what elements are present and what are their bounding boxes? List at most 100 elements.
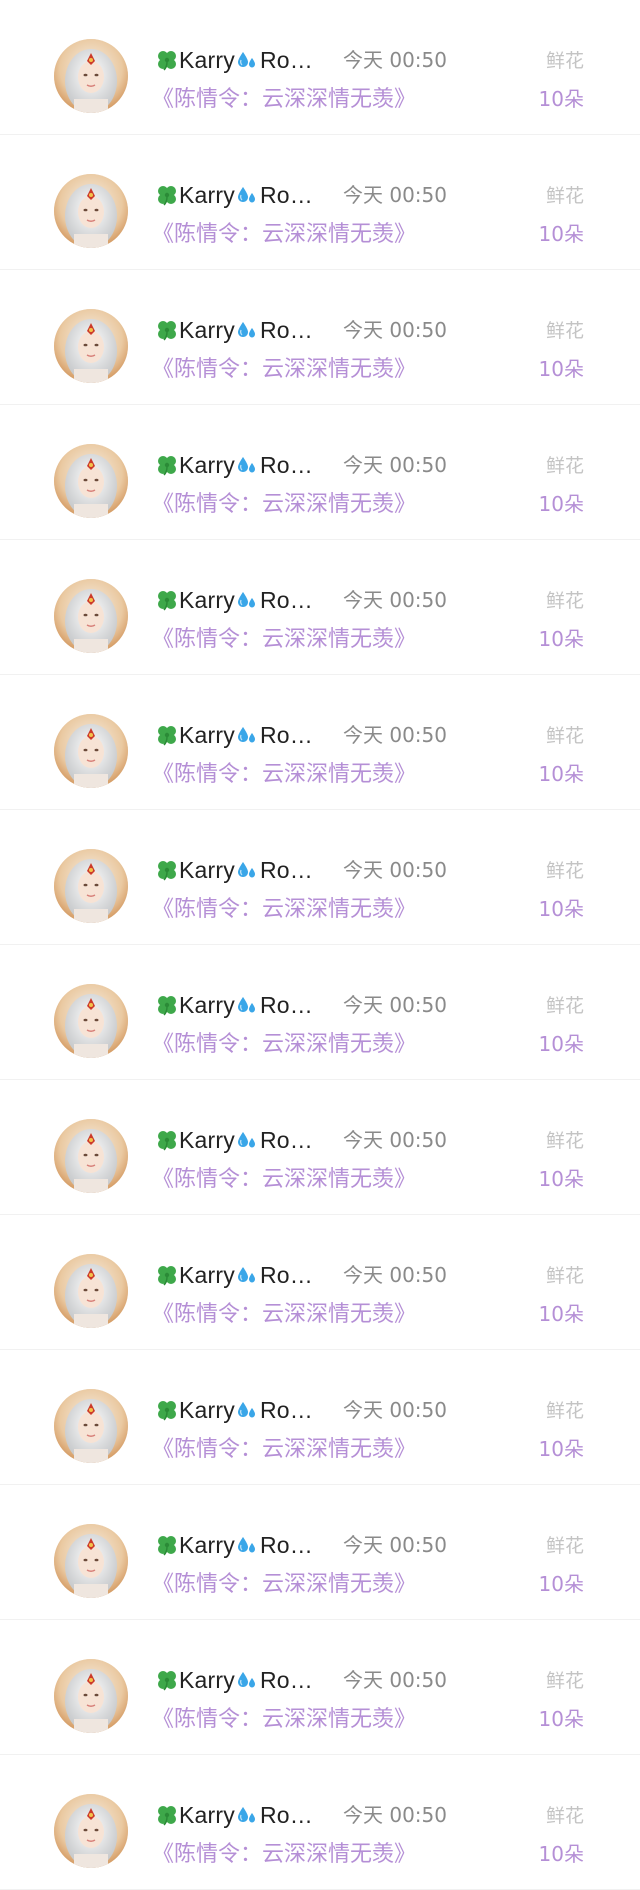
work-title-link[interactable]: 《陈情令：云深深情无羡》 bbox=[152, 1431, 416, 1463]
gift-type: 鲜花 bbox=[545, 185, 584, 207]
user-name[interactable]: Karry Ro… bbox=[155, 177, 313, 213]
avatar[interactable] bbox=[54, 579, 128, 653]
user-name[interactable]: Karry Ro… bbox=[155, 447, 313, 483]
work-title-link[interactable]: 《陈情令：云深深情无羡》 bbox=[152, 1026, 416, 1058]
user-name[interactable]: Karry Ro… bbox=[155, 852, 313, 888]
gift-record-row[interactable]: Karry Ro… 今天 00:50 《陈情令：云深深情无羡》 鲜花 10朵 bbox=[0, 1350, 640, 1485]
droplets-icon bbox=[235, 993, 259, 1017]
clover-icon bbox=[155, 318, 179, 342]
gift-record-row[interactable]: Karry Ro… 今天 00:50 《陈情令：云深深情无羡》 鲜花 10朵 bbox=[0, 945, 640, 1080]
gift-count: 10朵 bbox=[538, 762, 584, 786]
gift-record-list: Karry Ro… 今天 00:50 《陈情令：云深深情无羡》 鲜花 10朵 K… bbox=[0, 0, 640, 1890]
user-name[interactable]: Karry Ro… bbox=[155, 1392, 313, 1428]
gift-record-row[interactable]: Karry Ro… 今天 00:50 《陈情令：云深深情无羡》 鲜花 10朵 bbox=[0, 135, 640, 270]
droplets-icon bbox=[235, 183, 259, 207]
user-name[interactable]: Karry Ro… bbox=[155, 312, 313, 348]
user-name[interactable]: Karry Ro… bbox=[155, 1122, 313, 1158]
gift-count: 10朵 bbox=[538, 1842, 584, 1866]
clover-icon bbox=[155, 183, 179, 207]
user-name[interactable]: Karry Ro… bbox=[155, 42, 313, 78]
work-title-link[interactable]: 《陈情令：云深深情无羡》 bbox=[152, 1161, 416, 1193]
avatar[interactable] bbox=[54, 714, 128, 788]
user-name[interactable]: Karry Ro… bbox=[155, 1257, 313, 1293]
work-title-link[interactable]: 《陈情令：云深深情无羡》 bbox=[152, 81, 416, 113]
gift-record-row[interactable]: Karry Ro… 今天 00:50 《陈情令：云深深情无羡》 鲜花 10朵 bbox=[0, 405, 640, 540]
avatar-image bbox=[54, 1524, 128, 1598]
avatar[interactable] bbox=[54, 984, 128, 1058]
gift-record-row[interactable]: Karry Ro… 今天 00:50 《陈情令：云深深情无羡》 鲜花 10朵 bbox=[0, 270, 640, 405]
gift-time: 今天 00:50 bbox=[343, 1803, 447, 1827]
user-name-suffix: Ro… bbox=[259, 1666, 313, 1693]
gift-type: 鲜花 bbox=[545, 1805, 584, 1827]
gift-record-row[interactable]: Karry Ro… 今天 00:50 《陈情令：云深深情无羡》 鲜花 10朵 bbox=[0, 810, 640, 945]
user-name[interactable]: Karry Ro… bbox=[155, 1527, 313, 1563]
gift-type: 鲜花 bbox=[545, 1400, 584, 1422]
droplets-icon bbox=[235, 1398, 259, 1422]
user-name[interactable]: Karry Ro… bbox=[155, 987, 313, 1023]
droplets-icon bbox=[235, 858, 259, 882]
gift-type: 鲜花 bbox=[545, 1670, 584, 1692]
clover-icon bbox=[155, 723, 179, 747]
gift-record-row[interactable]: Karry Ro… 今天 00:50 《陈情令：云深深情无羡》 鲜花 10朵 bbox=[0, 1215, 640, 1350]
gift-time: 今天 00:50 bbox=[343, 588, 447, 612]
work-title-link[interactable]: 《陈情令：云深深情无羡》 bbox=[152, 621, 416, 653]
work-title-link[interactable]: 《陈情令：云深深情无羡》 bbox=[152, 891, 416, 923]
user-name-text: Karry bbox=[179, 721, 235, 748]
avatar[interactable] bbox=[54, 1254, 128, 1328]
gift-time: 今天 00:50 bbox=[343, 453, 447, 477]
user-name-text: Karry bbox=[179, 451, 235, 478]
work-title-link[interactable]: 《陈情令：云深深情无羡》 bbox=[152, 1701, 416, 1733]
user-name[interactable]: Karry Ro… bbox=[155, 1797, 313, 1833]
user-name-text: Karry bbox=[179, 1801, 235, 1828]
gift-type: 鲜花 bbox=[545, 995, 584, 1017]
user-name[interactable]: Karry Ro… bbox=[155, 717, 313, 753]
droplets-icon bbox=[235, 1803, 259, 1827]
work-title-link[interactable]: 《陈情令：云深深情无羡》 bbox=[152, 756, 416, 788]
gift-record-row[interactable]: Karry Ro… 今天 00:50 《陈情令：云深深情无羡》 鲜花 10朵 bbox=[0, 1620, 640, 1755]
avatar-image bbox=[54, 1794, 128, 1868]
avatar-image bbox=[54, 1659, 128, 1733]
avatar[interactable] bbox=[54, 1524, 128, 1598]
avatar[interactable] bbox=[54, 849, 128, 923]
droplets-icon bbox=[235, 453, 259, 477]
work-title-link[interactable]: 《陈情令：云深深情无羡》 bbox=[152, 1296, 416, 1328]
clover-icon bbox=[155, 588, 179, 612]
avatar[interactable] bbox=[54, 1794, 128, 1868]
gift-count: 10朵 bbox=[538, 357, 584, 381]
gift-time: 今天 00:50 bbox=[343, 1668, 447, 1692]
work-title-link[interactable]: 《陈情令：云深深情无羡》 bbox=[152, 486, 416, 518]
gift-record-row[interactable]: Karry Ro… 今天 00:50 《陈情令：云深深情无羡》 鲜花 10朵 bbox=[0, 1755, 640, 1890]
user-name[interactable]: Karry Ro… bbox=[155, 582, 313, 618]
gift-record-row[interactable]: Karry Ro… 今天 00:50 《陈情令：云深深情无羡》 鲜花 10朵 bbox=[0, 1485, 640, 1620]
avatar[interactable] bbox=[54, 444, 128, 518]
gift-record-row[interactable]: Karry Ro… 今天 00:50 《陈情令：云深深情无羡》 鲜花 10朵 bbox=[0, 1080, 640, 1215]
avatar[interactable] bbox=[54, 1389, 128, 1463]
clover-icon bbox=[155, 453, 179, 477]
avatar[interactable] bbox=[54, 1659, 128, 1733]
gift-count: 10朵 bbox=[538, 1572, 584, 1596]
gift-time: 今天 00:50 bbox=[343, 1533, 447, 1557]
gift-record-row[interactable]: Karry Ro… 今天 00:50 《陈情令：云深深情无羡》 鲜花 10朵 bbox=[0, 0, 640, 135]
gift-type: 鲜花 bbox=[545, 50, 584, 72]
work-title-link[interactable]: 《陈情令：云深深情无羡》 bbox=[152, 1836, 416, 1868]
user-name-text: Karry bbox=[179, 586, 235, 613]
user-name-text: Karry bbox=[179, 46, 235, 73]
user-name[interactable]: Karry Ro… bbox=[155, 1662, 313, 1698]
avatar[interactable] bbox=[54, 309, 128, 383]
clover-icon bbox=[155, 858, 179, 882]
work-title-link[interactable]: 《陈情令：云深深情无羡》 bbox=[152, 1566, 416, 1598]
user-name-suffix: Ro… bbox=[259, 1261, 313, 1288]
avatar-image bbox=[54, 39, 128, 113]
user-name-text: Karry bbox=[179, 316, 235, 343]
gift-type: 鲜花 bbox=[545, 1130, 584, 1152]
avatar[interactable] bbox=[54, 174, 128, 248]
droplets-icon bbox=[235, 588, 259, 612]
avatar[interactable] bbox=[54, 39, 128, 113]
droplets-icon bbox=[235, 1533, 259, 1557]
gift-record-row[interactable]: Karry Ro… 今天 00:50 《陈情令：云深深情无羡》 鲜花 10朵 bbox=[0, 675, 640, 810]
work-title-link[interactable]: 《陈情令：云深深情无羡》 bbox=[152, 216, 416, 248]
work-title-link[interactable]: 《陈情令：云深深情无羡》 bbox=[152, 351, 416, 383]
clover-icon bbox=[155, 1398, 179, 1422]
avatar[interactable] bbox=[54, 1119, 128, 1193]
gift-record-row[interactable]: Karry Ro… 今天 00:50 《陈情令：云深深情无羡》 鲜花 10朵 bbox=[0, 540, 640, 675]
